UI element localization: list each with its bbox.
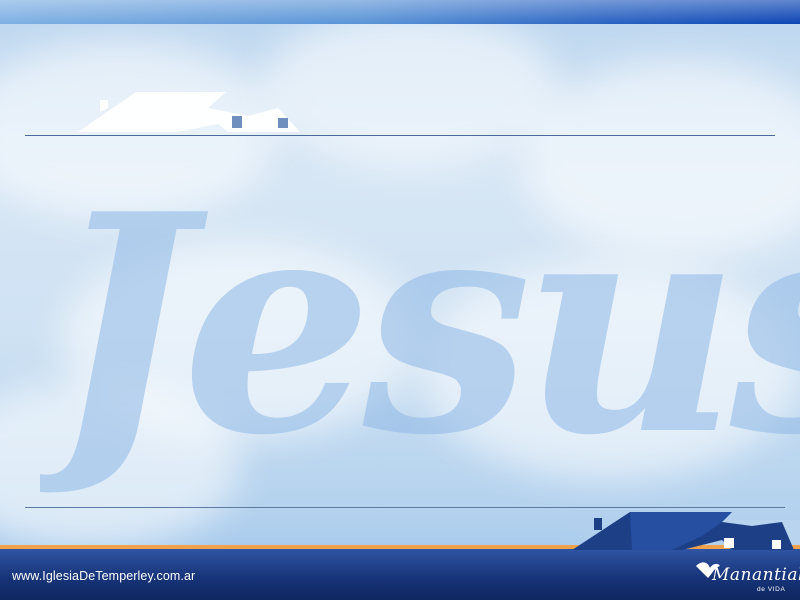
website-url[interactable]: www.IglesiaDeTemperley.com.ar: [12, 569, 195, 583]
logo-subtitle: de VIDA: [757, 586, 786, 593]
house-roof-icon: [78, 92, 300, 132]
slide-background: Jesus www.IglesiaDeTemperley.com.ar Mana…: [0, 0, 800, 600]
logo-title: Manantial: [712, 565, 800, 585]
cloud: [420, 260, 800, 480]
top-divider-line: [25, 135, 775, 136]
bottom-divider-line: [25, 507, 785, 508]
cloud: [260, 10, 560, 170]
cloud: [520, 60, 800, 260]
house-roof-icon: [572, 512, 794, 550]
top-strip: [0, 0, 800, 24]
